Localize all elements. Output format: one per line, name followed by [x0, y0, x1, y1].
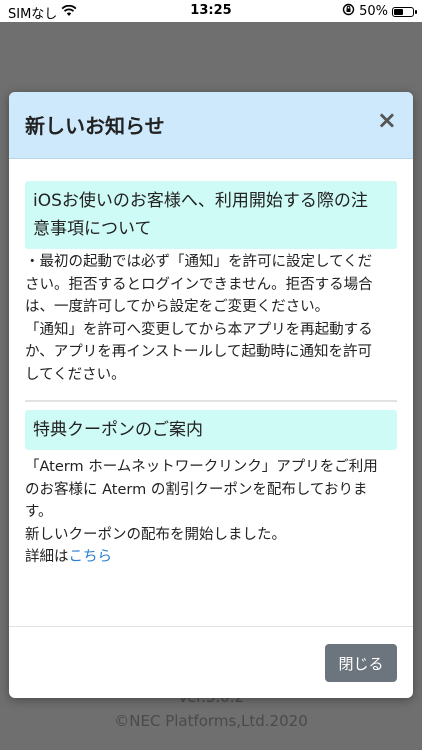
text-line: す。 — [25, 504, 53, 520]
notice-modal: 新しいお知らせ × iOSお使いのお客様へ、利用開始する際の注 意事項について … — [9, 92, 413, 698]
section-heading-line: 意事項について — [33, 219, 152, 239]
text-line: か、アプリを再インストールして起動時に通知を許可 — [25, 344, 372, 360]
section-divider — [25, 400, 397, 402]
text-line: してください。 — [25, 366, 126, 383]
detail-link[interactable]: こちら — [69, 549, 113, 565]
status-bar: SIMなし 13:25 50% — [0, 0, 422, 22]
ios-notice-text: ・最初の起動では必ず「通知」を許可に設定してくだ さい。拒否するとログインできま… — [25, 251, 397, 386]
modal-body: iOSお使いのお客様へ、利用開始する際の注 意事項について ・最初の起動では必ず… — [25, 181, 397, 569]
text-line: は、一度許可してから設定をご変更ください。 — [25, 299, 330, 315]
text-line: ・最初の起動では必ず「通知」を許可に設定してくだ — [25, 254, 373, 270]
battery-percent: 50% — [359, 4, 388, 19]
text-line: さい。拒否するとログインできません。拒否する場合 — [25, 276, 373, 293]
battery-icon — [392, 6, 417, 17]
detail-line: 詳細はこちら — [25, 546, 397, 569]
modal-footer: 閉じる — [9, 626, 413, 698]
copyright-text: ©NEC Platforms,Ltd.2020 — [114, 712, 308, 730]
coupon-text: 「Aterm ホームネットワークリンク」アプリをご利用 のお客様に Aterm … — [25, 456, 397, 569]
close-button[interactable]: 閉じる — [325, 644, 397, 682]
section-heading-ios-notice: iOSお使いのお客様へ、利用開始する際の注 意事項について — [25, 181, 397, 249]
text-line: 新しいクーポンの配布を開始しました。 — [25, 526, 286, 543]
text-line: 「通知」を許可へ変更してから本アプリを再起動する — [25, 321, 373, 338]
section-heading-line: iOSお使いのお客様へ、利用開始する際の注 — [33, 191, 368, 211]
section-heading-line: 特典クーポンのご案内 — [33, 420, 203, 440]
orientation-lock-icon — [342, 3, 355, 20]
modal-title: 新しいお知らせ — [25, 114, 165, 138]
section-heading-coupon: 特典クーポンのご案内 — [25, 410, 397, 450]
modal-header: 新しいお知らせ × — [9, 92, 413, 159]
text-line: のお客様に Aterm の割引クーポンを配布しておりま — [25, 481, 368, 498]
close-icon[interactable]: × — [377, 108, 397, 132]
text-line: 「Aterm ホームネットワークリンク」アプリをご利用 — [25, 459, 378, 475]
status-right: 50% — [342, 3, 417, 20]
detail-prefix: 詳細は — [25, 549, 69, 565]
